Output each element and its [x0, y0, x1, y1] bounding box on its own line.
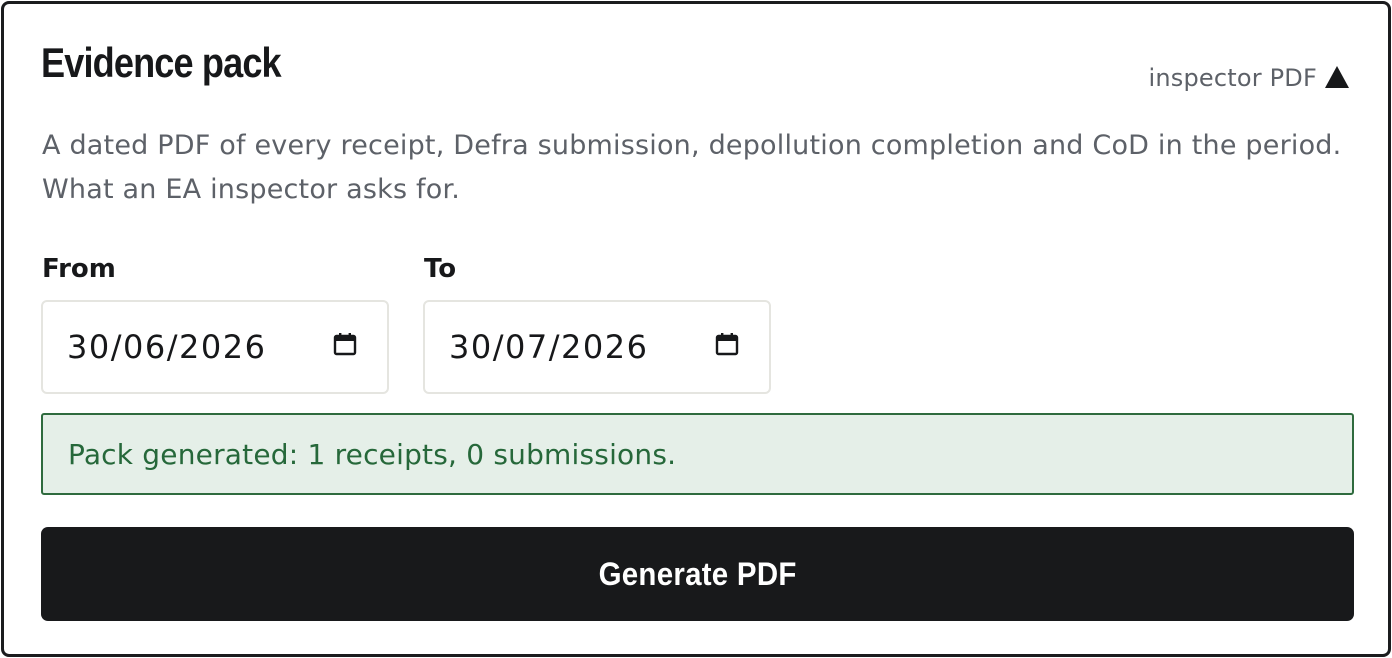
to-date-input[interactable]: 30/07/2026 [423, 300, 771, 394]
evidence-pack-card: Evidence pack inspector PDF A dated PDF … [1, 1, 1391, 657]
to-label: To [424, 254, 457, 284]
from-date-value: 30/06/2026 [67, 328, 267, 366]
badge-label: inspector PDF [1148, 64, 1317, 92]
calendar-icon[interactable] [333, 332, 357, 356]
from-date-input[interactable]: 30/06/2026 [41, 300, 389, 394]
panel-title: Evidence pack [41, 39, 282, 86]
warning-triangle-icon [1325, 66, 1349, 88]
panel-description: A dated PDF of every receipt, Defra subm… [42, 130, 1342, 205]
success-notice: Pack generated: 1 receipts, 0 submission… [41, 413, 1354, 495]
to-date-value: 30/07/2026 [449, 328, 649, 366]
inspector-pdf-badge: inspector PDF [1148, 64, 1349, 92]
from-label: From [42, 254, 116, 284]
calendar-icon[interactable] [715, 332, 739, 356]
success-message: Pack generated: 1 receipts, 0 submission… [68, 437, 677, 471]
generate-pdf-label: Generate PDF [598, 555, 797, 592]
generate-pdf-button[interactable]: Generate PDF [41, 527, 1354, 621]
